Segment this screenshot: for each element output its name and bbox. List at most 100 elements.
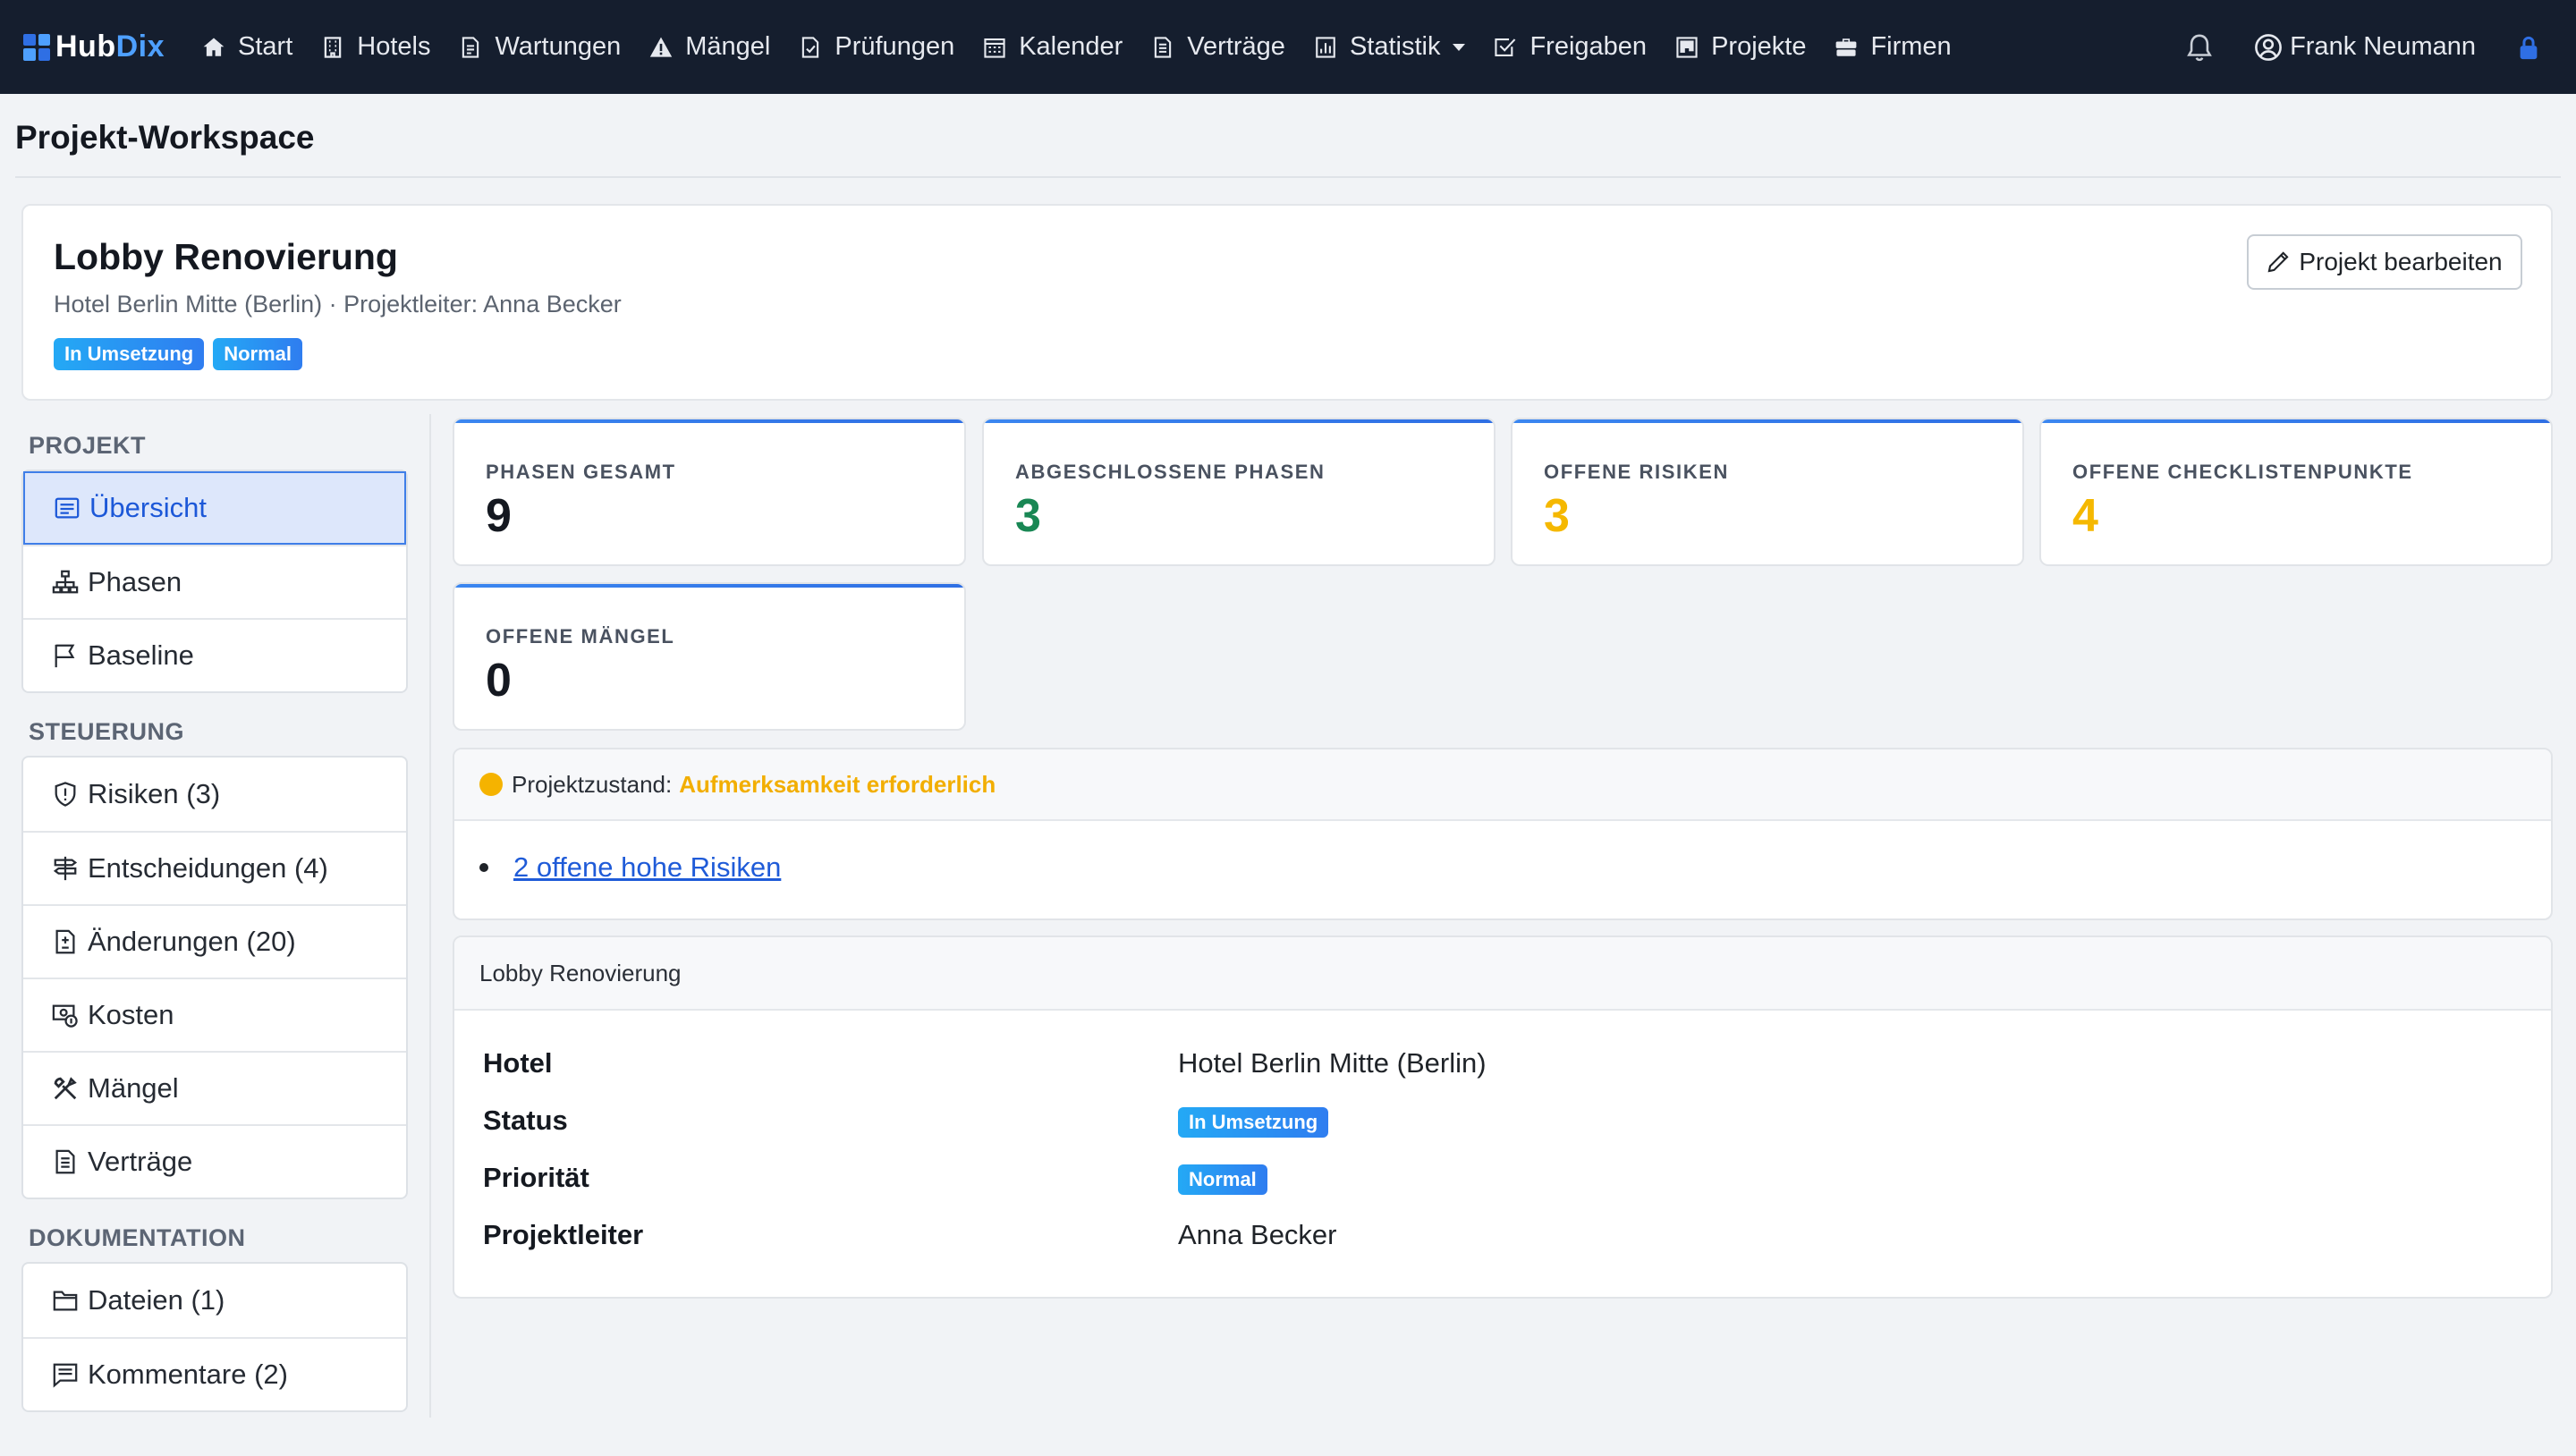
- nav-label: Mängel: [685, 32, 771, 61]
- sidebar-section-title: PROJEKT: [29, 431, 147, 459]
- pencil-icon: [2267, 251, 2289, 273]
- sidebar-item-phasen[interactable]: Phasen: [23, 545, 406, 618]
- project-subtitle: Hotel Berlin Mitte (Berlin) · Projektlei…: [54, 291, 622, 317]
- detail-value: Hotel Berlin Mitte (Berlin): [1178, 1047, 1487, 1079]
- priority-badge: Normal: [1178, 1164, 1267, 1195]
- user-circle-icon: [2255, 33, 2282, 61]
- building-icon: [325, 36, 342, 58]
- sidebar-item-maengel[interactable]: Mängel: [23, 1051, 406, 1124]
- project-details-card: Lobby Renovierung Hotel Hotel Berlin Mit…: [453, 935, 2553, 1299]
- detail-key: Priorität: [483, 1162, 589, 1193]
- user-name: Frank Neumann: [2290, 32, 2476, 61]
- sidebar-item-aenderungen[interactable]: Änderungen (20): [23, 904, 406, 978]
- sidebar-item-label: Verträge: [88, 1146, 193, 1177]
- sidebar-item-risiken[interactable]: Risiken (3): [23, 758, 406, 831]
- comment-icon: [53, 1363, 78, 1388]
- stat-card-offene-maengel: OFFENE MÄNGEL 0: [453, 582, 966, 731]
- status-badge: In Umsetzung: [1178, 1107, 1329, 1138]
- signpost-icon: [53, 856, 78, 881]
- sidebar-item-label: Baseline: [88, 639, 194, 671]
- stat-value: 9: [486, 490, 512, 542]
- health-status: Aufmerksamkeit erforderlich: [679, 770, 996, 798]
- sidebar-item-label: Phasen: [88, 566, 182, 597]
- nav-item-vertraege[interactable]: Verträge: [1137, 0, 1300, 94]
- brand-logo[interactable]: HubDix: [23, 30, 165, 64]
- project-name: Lobby Renovierung: [54, 236, 398, 277]
- detail-row-projektleiter: Projektleiter Anna Becker: [483, 1213, 2522, 1257]
- sidebar-item-label: Risiken (3): [88, 778, 221, 809]
- stat-label: ABGESCHLOSSENE PHASEN: [1015, 461, 1326, 483]
- sidebar-item-label: Kosten: [88, 999, 174, 1030]
- nav-item-projekte[interactable]: Projekte: [1661, 0, 1820, 94]
- open-risks-link[interactable]: 2 offene hohe Risiken: [513, 851, 781, 884]
- sidebar-divider: [429, 414, 431, 1418]
- nav-item-start[interactable]: Start: [188, 0, 307, 94]
- nav-item-hotels[interactable]: Hotels: [307, 0, 445, 94]
- sidebar-item-label: Kommentare (2): [88, 1359, 288, 1390]
- document-icon: [462, 36, 479, 58]
- briefcase-icon: [1836, 38, 1857, 56]
- contract-icon: [55, 1149, 75, 1174]
- nav-item-kalender[interactable]: Kalender: [969, 0, 1137, 94]
- nav-label: Firmen: [1870, 32, 1952, 61]
- detail-key: Projektleiter: [483, 1219, 644, 1250]
- sidebar-item-kosten[interactable]: Kosten: [23, 978, 406, 1051]
- nav-item-maengel[interactable]: Mängel: [635, 0, 784, 94]
- priority-badge: Normal: [213, 338, 303, 370]
- stat-value: 3: [1544, 490, 1570, 542]
- nav-label: Verträge: [1187, 32, 1285, 61]
- nav-item-statistik[interactable]: Statistik: [1300, 0, 1480, 94]
- detail-row-prioritaet: Priorität Normal: [483, 1155, 2522, 1200]
- nav-item-freigaben[interactable]: Freigaben: [1479, 0, 1661, 94]
- status-badge: In Umsetzung: [54, 338, 205, 370]
- project-sidebar: PROJEKT Übersicht Phasen Baseline STEUER…: [21, 414, 408, 1419]
- sidebar-item-entscheidungen[interactable]: Entscheidungen (4): [23, 831, 406, 904]
- sidebar-item-kommentare[interactable]: Kommentare (2): [23, 1337, 406, 1410]
- stat-label: PHASEN GESAMT: [486, 461, 676, 483]
- chevron-down-icon: [1453, 43, 1466, 51]
- sidebar-item-label: Entscheidungen (4): [88, 852, 328, 884]
- sidebar-item-label: Änderungen (20): [88, 926, 296, 957]
- brand-mark-icon: [23, 33, 50, 61]
- nav-item-wartungen[interactable]: Wartungen: [445, 0, 635, 94]
- nav-item-pruefungen[interactable]: Prüfungen: [784, 0, 969, 94]
- stat-card-offene-risiken: OFFENE RISIKEN 3: [1511, 418, 2024, 566]
- sidebar-item-vertraege[interactable]: Verträge: [23, 1124, 406, 1198]
- stat-value: 3: [1015, 490, 1041, 542]
- detail-key: Hotel: [483, 1047, 553, 1079]
- detail-row-status: Status In Umsetzung: [483, 1098, 2522, 1143]
- bell-icon[interactable]: [2184, 32, 2215, 63]
- tools-icon: [54, 1077, 77, 1100]
- sidebar-item-dateien[interactable]: Dateien (1): [23, 1264, 406, 1337]
- sidebar-section-title: STEUERUNG: [29, 717, 185, 745]
- lock-icon[interactable]: [2515, 32, 2542, 63]
- page-title: Projekt-Workspace: [15, 119, 315, 156]
- nav-item-firmen[interactable]: Firmen: [1820, 0, 1965, 94]
- user-menu[interactable]: Frank Neumann: [2254, 32, 2476, 62]
- sidebar-item-label: Dateien (1): [88, 1284, 225, 1316]
- bullet-icon: [479, 863, 488, 872]
- sidebar-item-uebersicht[interactable]: Übersicht: [23, 471, 406, 545]
- edit-project-label: Projekt bearbeiten: [2299, 248, 2503, 275]
- edit-project-button[interactable]: Projekt bearbeiten: [2247, 234, 2522, 290]
- nav-label: Statistik: [1349, 32, 1441, 61]
- nav-label: Wartungen: [495, 32, 622, 61]
- stat-label: OFFENE CHECKLISTENPUNKTE: [2072, 461, 2413, 483]
- page-divider: [15, 176, 2561, 178]
- checkbox-icon: [1495, 38, 1516, 56]
- kanban-icon: [1676, 36, 1698, 58]
- stat-card-offene-checklistenpunkte: OFFENE CHECKLISTENPUNKTE 4: [2039, 418, 2553, 566]
- stat-label: OFFENE RISIKEN: [1544, 461, 1729, 483]
- house-icon: [203, 37, 225, 56]
- sidebar-section-title: DOKUMENTATION: [29, 1223, 246, 1251]
- nav-label: Start: [238, 32, 293, 61]
- sidebar-group-projekt: Übersicht Phasen Baseline: [21, 470, 408, 693]
- sidebar-item-baseline[interactable]: Baseline: [23, 618, 406, 691]
- brand-name-part-1: Hub: [55, 30, 116, 63]
- project-health-card: Projektzustand: Aufmerksamkeit erforderl…: [453, 748, 2553, 920]
- diagram-icon: [52, 570, 79, 594]
- brand-name-part-2: Dix: [115, 30, 165, 63]
- detail-value: Anna Becker: [1178, 1219, 1337, 1250]
- warning-icon: [650, 37, 673, 57]
- stat-value: 0: [486, 655, 512, 707]
